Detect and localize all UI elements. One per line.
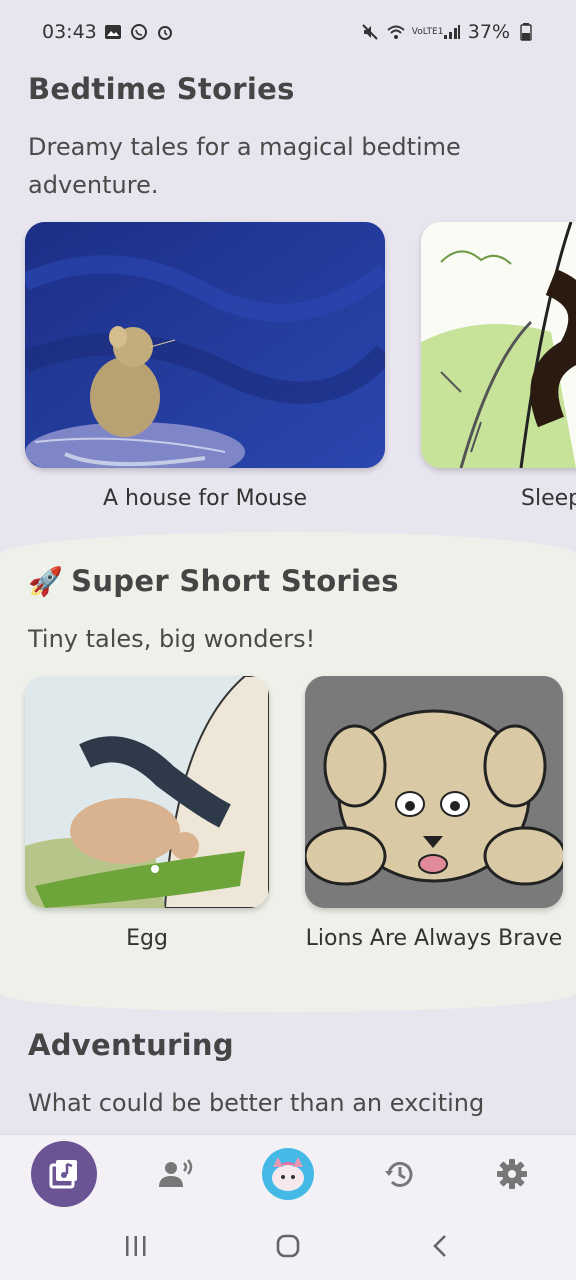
bedtime-stories-section: Bedtime Stories Dreamy tales for a magic… xyxy=(0,72,576,522)
story-card[interactable]: Egg xyxy=(25,676,269,951)
status-bar: 03:43 VoLTE1 37% xyxy=(0,0,576,64)
nav-history-button[interactable] xyxy=(365,1139,435,1209)
gear-icon xyxy=(497,1158,527,1189)
section-title: Adventuring xyxy=(28,1028,234,1062)
nav-avatar-button[interactable] xyxy=(253,1139,323,1209)
nav-active-indicator xyxy=(31,1140,97,1207)
story-carousel[interactable]: Egg Lions Are Always Brave xyxy=(0,676,576,976)
section-subtitle: Tiny tales, big wonders! xyxy=(28,625,316,653)
recents-button[interactable] xyxy=(116,1226,156,1266)
section-title: Bedtime Stories xyxy=(28,72,295,106)
main-content[interactable]: Bedtime Stories Dreamy tales for a magic… xyxy=(0,64,576,1134)
story-title[interactable]: A house for Mouse xyxy=(103,486,307,511)
gallery-icon xyxy=(103,22,123,42)
clock: 03:43 xyxy=(42,21,97,43)
story-cover-image[interactable] xyxy=(25,676,269,908)
signal-icon xyxy=(442,22,462,42)
section-title: 🚀 Super Short Stories xyxy=(28,564,399,598)
section-subtitle: Dreamy tales for a magical bedtime adven… xyxy=(28,133,461,199)
nav-settings-button[interactable] xyxy=(477,1139,547,1209)
alarm-icon xyxy=(155,22,175,42)
story-card[interactable]: A house for Mouse xyxy=(25,222,385,511)
rocket-icon: 🚀 xyxy=(28,564,64,598)
voice-icon xyxy=(159,1158,193,1187)
story-cover-image[interactable] xyxy=(421,222,576,468)
back-button[interactable] xyxy=(420,1226,460,1266)
battery-icon xyxy=(516,22,536,42)
story-card[interactable]: Sleep xyxy=(421,222,576,511)
story-cover-image[interactable] xyxy=(305,676,563,908)
story-title[interactable]: Sleep xyxy=(521,486,576,511)
nav-voice-button[interactable] xyxy=(141,1139,211,1209)
mute-icon xyxy=(360,22,380,42)
story-carousel[interactable]: A house for Mouse Sleep xyxy=(0,222,576,522)
history-icon xyxy=(385,1161,413,1187)
system-navigation-bar xyxy=(0,1212,576,1280)
super-short-stories-section: 🚀 Super Short Stories Tiny tales, big wo… xyxy=(0,564,576,976)
adventuring-section: Adventuring What could be better than an… xyxy=(0,1028,576,1122)
story-cover-image[interactable] xyxy=(25,222,385,468)
avatar-icon xyxy=(262,1147,314,1200)
story-card[interactable]: Lions Are Always Brave xyxy=(305,676,563,951)
network-label: VoLTE1 xyxy=(411,26,444,37)
wifi-icon xyxy=(386,22,406,42)
story-title[interactable]: Lions Are Always Brave xyxy=(306,926,563,951)
story-title[interactable]: Egg xyxy=(126,926,168,951)
recents-icon xyxy=(126,1236,146,1256)
nav-library-button[interactable] xyxy=(29,1139,99,1209)
home-icon xyxy=(276,1234,300,1258)
bottom-navigation xyxy=(0,1134,576,1212)
section-subtitle: What could be better than an exciting xyxy=(28,1089,485,1117)
whatsapp-icon xyxy=(129,22,149,42)
home-button[interactable] xyxy=(268,1226,308,1266)
battery-percent: 37% xyxy=(467,21,510,43)
back-icon xyxy=(433,1235,446,1257)
music-library-icon xyxy=(49,1159,77,1188)
